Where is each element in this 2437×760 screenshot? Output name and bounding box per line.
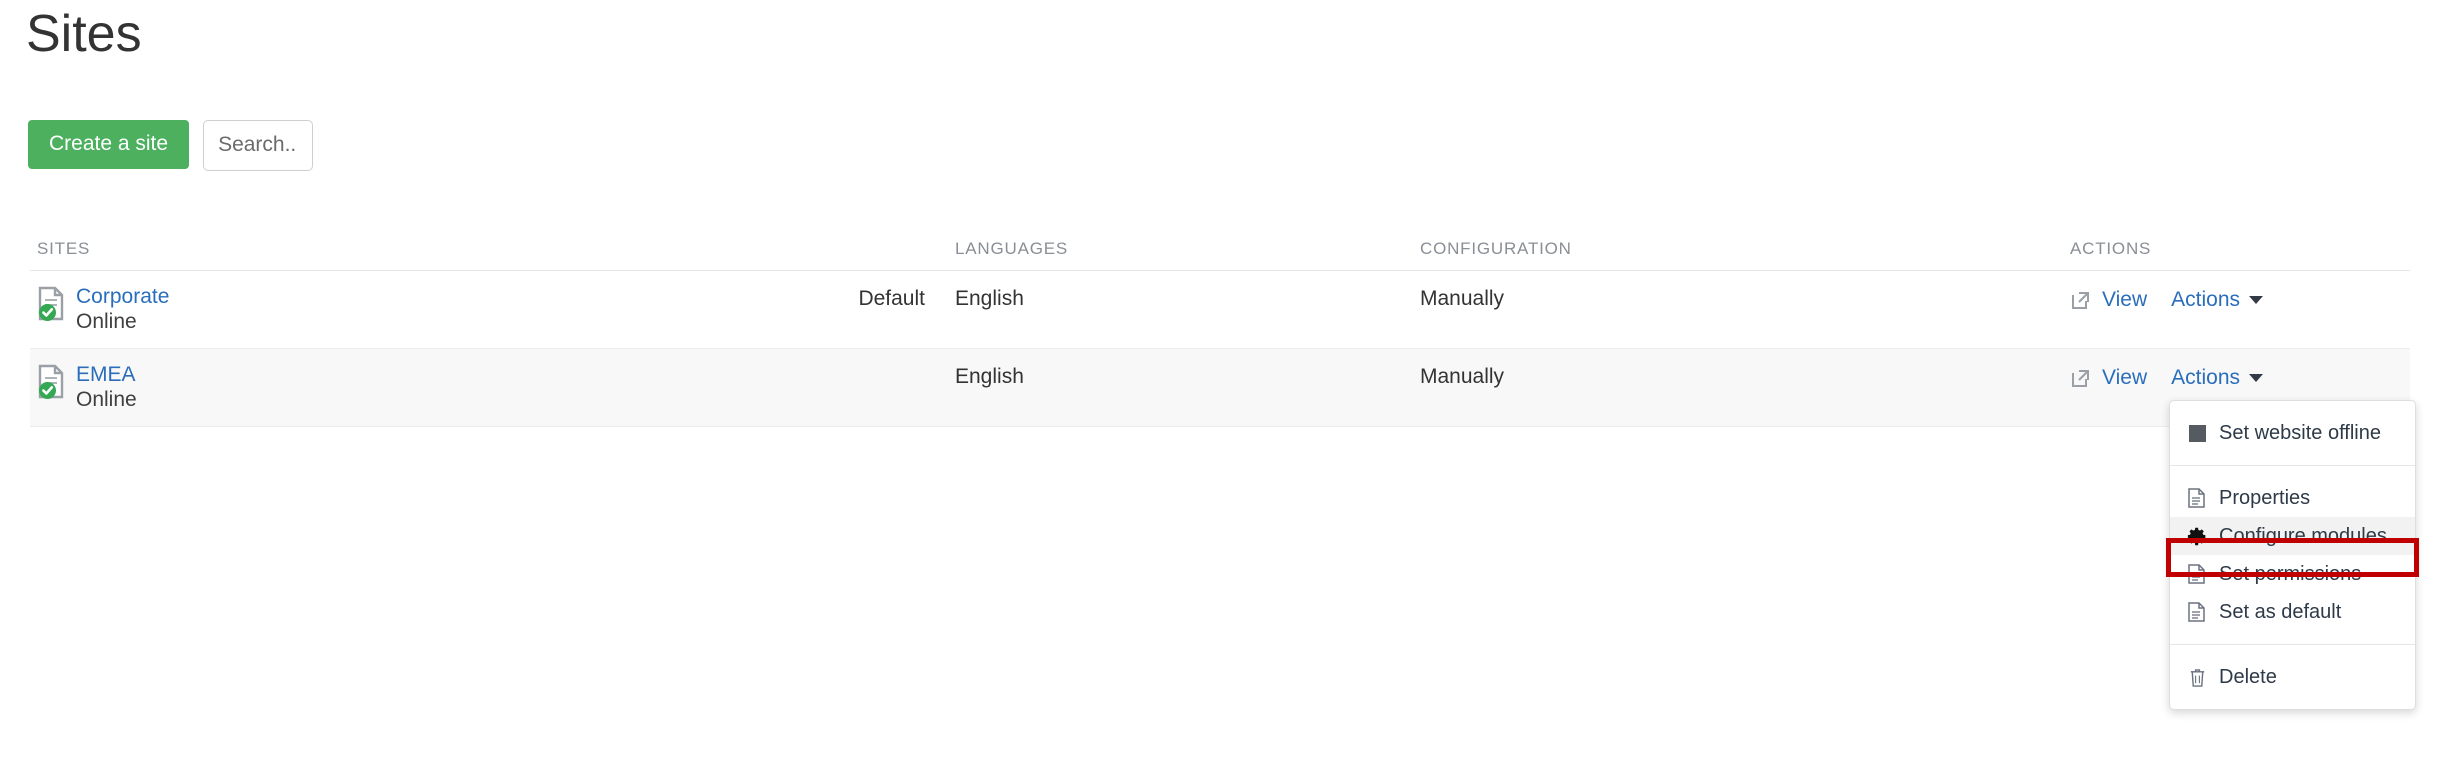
chevron-down-icon (2249, 296, 2263, 304)
site-online-icon (37, 286, 67, 322)
chevron-down-icon (2249, 374, 2263, 382)
actions-dropdown-menu: Set website offline Properties Configure… (2169, 400, 2416, 710)
menu-divider (2170, 465, 2415, 466)
menu-item-set-website-offline[interactable]: Set website offline (2170, 414, 2415, 452)
site-default-flag: Default (710, 271, 925, 312)
menu-item-set-permissions[interactable]: Set permissions (2170, 555, 2415, 593)
menu-item-properties[interactable]: Properties (2170, 479, 2415, 517)
menu-divider (2170, 644, 2415, 645)
site-cell: Corporate Online (30, 271, 710, 335)
site-name-link[interactable]: Corporate (76, 284, 169, 309)
actions-label: Actions (2171, 365, 2240, 391)
column-header-actions: ACTIONS (2070, 239, 2410, 259)
trash-icon (2186, 666, 2208, 688)
table-header-row: SITES LANGUAGES CONFIGURATION ACTIONS (30, 228, 2410, 271)
gear-icon (2186, 525, 2208, 547)
site-name-link[interactable]: EMEA (76, 362, 137, 387)
site-text: Corporate Online (76, 284, 169, 335)
site-text: EMEA Online (76, 362, 137, 413)
menu-item-label: Set website offline (2219, 422, 2381, 445)
external-link-icon (2070, 367, 2092, 389)
column-header-configuration: CONFIGURATION (1420, 239, 2070, 259)
table-row[interactable]: EMEA Online English Manually View Action… (30, 349, 2410, 427)
document-icon (2186, 487, 2208, 509)
row-actions: View Actions (2070, 271, 2410, 313)
site-configuration: Manually (1420, 271, 2070, 312)
column-header-sites: SITES (30, 239, 710, 259)
document-icon (2186, 601, 2208, 623)
site-default-flag (710, 349, 925, 364)
create-a-site-button[interactable]: Create a site (28, 120, 189, 169)
view-link[interactable]: View (2102, 287, 2147, 313)
actions-dropdown-toggle[interactable]: Actions (2171, 365, 2263, 391)
menu-item-label: Set as default (2219, 601, 2341, 624)
view-link[interactable]: View (2102, 365, 2147, 391)
document-icon (2186, 563, 2208, 585)
search-input[interactable] (203, 120, 313, 171)
menu-item-label: Set permissions (2219, 563, 2361, 586)
external-link-icon (2070, 289, 2092, 311)
page-title: Sites (26, 2, 142, 66)
row-actions: View Actions (2070, 349, 2410, 391)
table-row[interactable]: Corporate Online Default English Manuall… (30, 271, 2410, 349)
site-languages: English (925, 349, 1420, 390)
sites-table: SITES LANGUAGES CONFIGURATION ACTIONS Co… (30, 228, 2410, 427)
menu-item-label: Delete (2219, 666, 2277, 689)
toolbar: Create a site (28, 120, 313, 171)
site-status: Online (76, 310, 137, 333)
site-status: Online (76, 388, 137, 411)
menu-item-configure-modules[interactable]: Configure modules (2170, 517, 2415, 555)
actions-label: Actions (2171, 287, 2240, 313)
column-header-languages: LANGUAGES (925, 239, 1420, 259)
site-languages: English (925, 271, 1420, 312)
menu-item-delete[interactable]: Delete (2170, 658, 2415, 696)
square-offline-icon (2186, 422, 2208, 444)
menu-item-set-as-default[interactable]: Set as default (2170, 593, 2415, 631)
actions-dropdown-toggle[interactable]: Actions (2171, 287, 2263, 313)
menu-item-label: Configure modules (2219, 525, 2387, 548)
site-cell: EMEA Online (30, 349, 710, 413)
menu-item-label: Properties (2219, 487, 2310, 510)
site-configuration: Manually (1420, 349, 2070, 390)
site-online-icon (37, 364, 67, 400)
